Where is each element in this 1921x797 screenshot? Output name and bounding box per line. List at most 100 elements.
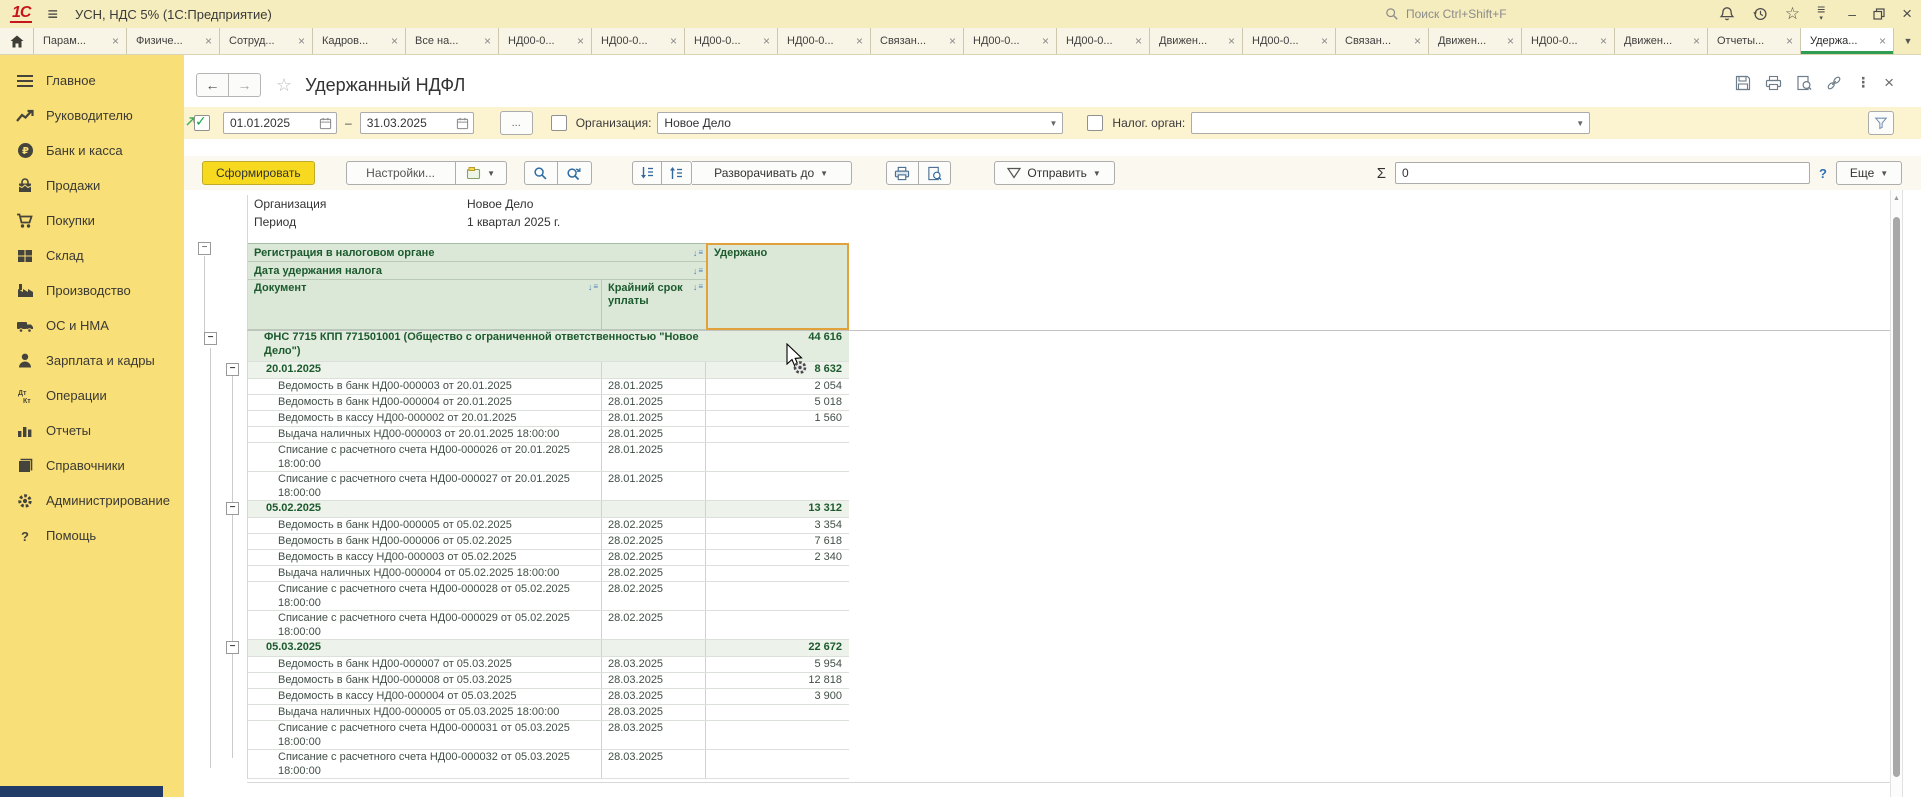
document-cell[interactable]: 05.02.2025 [248, 501, 602, 517]
tab-3[interactable]: Сотруд...× [220, 28, 313, 54]
history-icon[interactable] [1752, 6, 1768, 22]
print-icon[interactable] [1765, 75, 1782, 91]
tax-authority-checkbox[interactable] [1087, 115, 1103, 131]
tab-close-icon[interactable]: × [1135, 34, 1142, 48]
more-actions-icon[interactable]: ⋮ [1856, 74, 1870, 91]
group-row[interactable]: −20.01.20258 632 [248, 362, 849, 379]
sidebar-item-склад[interactable]: Склад [0, 238, 184, 273]
tab-close-icon[interactable]: × [577, 34, 584, 48]
main-menu-icon[interactable]: ≡ [47, 0, 58, 28]
favorites-star-icon[interactable]: ☆ [1785, 6, 1800, 22]
deadline-cell[interactable]: 28.03.2025 [602, 721, 706, 749]
document-cell[interactable]: Списание с расчетного счета НД00-000026 … [248, 443, 602, 471]
withheld-cell[interactable]: 13 312 [706, 501, 849, 517]
tab-close-icon[interactable]: × [1228, 34, 1235, 48]
withheld-cell[interactable]: 5 018 [706, 395, 849, 410]
sidebar-item-администрирование[interactable]: Администрирование [0, 483, 184, 518]
tab-14[interactable]: НД00-0...× [1243, 28, 1336, 54]
document-cell[interactable]: Выдача наличных НД00-000004 от 05.02.202… [248, 566, 602, 581]
deadline-cell[interactable]: 28.01.2025 [602, 472, 706, 500]
withheld-cell[interactable] [706, 443, 849, 471]
help-icon[interactable]: ? [1819, 166, 1827, 181]
document-cell[interactable]: Ведомость в банк НД00-000008 от 05.03.20… [248, 673, 602, 688]
header-deadline[interactable]: Крайний срок уплаты ↓≡ [602, 280, 706, 330]
deadline-cell[interactable]: 28.03.2025 [602, 705, 706, 720]
restore-icon[interactable] [1873, 8, 1885, 20]
tab-close-icon[interactable]: × [763, 34, 770, 48]
collapse-expander[interactable]: − [226, 363, 239, 376]
tab-close-icon[interactable]: × [1042, 34, 1049, 48]
period-from-field[interactable]: 01.01.2025 [223, 112, 337, 134]
back-button[interactable]: ← [196, 73, 229, 97]
withheld-cell[interactable] [706, 611, 849, 639]
deadline-cell[interactable] [602, 362, 706, 378]
tab-close-icon[interactable]: × [1693, 34, 1700, 48]
more-button[interactable]: Еще ▼ [1836, 161, 1902, 185]
tab-17[interactable]: НД00-0...× [1522, 28, 1615, 54]
sort-icon[interactable]: ↓≡ [693, 282, 703, 329]
sidebar-item-главное[interactable]: Главное [0, 63, 184, 98]
tab-close-icon[interactable]: × [205, 34, 212, 48]
document-cell[interactable]: 20.01.2025 [248, 362, 602, 378]
close-window-icon[interactable]: × [1902, 0, 1912, 28]
collapse-expander[interactable]: − [226, 641, 239, 654]
tab-12[interactable]: НД00-0...× [1057, 28, 1150, 54]
tab-8[interactable]: НД00-0...× [685, 28, 778, 54]
document-cell[interactable]: Списание с расчетного счета НД00-000029 … [248, 611, 602, 639]
scroll-up-icon[interactable]: ▲ [1891, 190, 1902, 202]
document-cell[interactable]: Ведомость в банк НД00-000004 от 20.01.20… [248, 395, 602, 410]
table-row[interactable]: Списание с расчетного счета НД00-000027 … [248, 472, 849, 501]
find-button[interactable] [524, 161, 558, 185]
print-preview-icon[interactable] [1796, 75, 1812, 91]
withheld-cell[interactable]: 3 900 [706, 689, 849, 704]
tab-close-icon[interactable]: × [484, 34, 491, 48]
table-row[interactable]: Списание с расчетного счета НД00-000032 … [248, 750, 849, 779]
preview-button[interactable] [919, 161, 951, 185]
table-row[interactable]: Ведомость в банк НД00-000005 от 05.02.20… [248, 518, 849, 534]
home-tab[interactable] [0, 28, 34, 54]
withheld-cell[interactable]: 2 340 [706, 550, 849, 565]
group-row[interactable]: −05.03.202522 672 [248, 640, 849, 657]
tab-close-icon[interactable]: × [856, 34, 863, 48]
tab-close-icon[interactable]: × [1507, 34, 1514, 48]
deadline-cell[interactable]: 28.01.2025 [602, 411, 706, 426]
tab-close-icon[interactable]: × [1414, 34, 1421, 48]
tab-close-icon[interactable]: × [1600, 34, 1607, 48]
tab-19[interactable]: Отчеты...× [1708, 28, 1801, 54]
scrollbar-thumb[interactable] [1893, 217, 1900, 777]
deadline-cell[interactable]: 28.02.2025 [602, 611, 706, 639]
withheld-cell[interactable] [706, 750, 849, 778]
withheld-cell[interactable] [706, 566, 849, 581]
tab-18[interactable]: Движен...× [1615, 28, 1708, 54]
withheld-cell[interactable]: 2 054 [706, 379, 849, 394]
period-to-field[interactable]: 31.03.2025 [360, 112, 474, 134]
deadline-cell[interactable]: 28.03.2025 [602, 673, 706, 688]
document-cell[interactable]: Списание с расчетного счета НД00-000032 … [248, 750, 602, 778]
tax-authority-combo[interactable]: ▼ [1191, 112, 1590, 134]
tab-9[interactable]: НД00-0...× [778, 28, 871, 54]
table-row[interactable]: Списание с расчетного счета НД00-000026 … [248, 443, 849, 472]
deadline-cell[interactable]: 28.01.2025 [602, 395, 706, 410]
document-cell[interactable]: Ведомость в банк НД00-000005 от 05.02.20… [248, 518, 602, 533]
period-variants-button[interactable]: ... [500, 111, 533, 135]
tab-4[interactable]: Кадров...× [313, 28, 406, 54]
document-cell[interactable]: ФНС 7715 КПП 771501001 (Общество с огран… [248, 330, 706, 361]
withheld-cell[interactable] [706, 721, 849, 749]
deadline-cell[interactable]: 28.02.2025 [602, 582, 706, 610]
collapse-rows-button[interactable] [632, 161, 662, 185]
sort-icon[interactable]: ↓≡ [693, 248, 703, 258]
filter-settings-button[interactable] [1868, 111, 1894, 135]
report-variant-button[interactable]: ▼ [456, 161, 507, 185]
tab-close-icon[interactable]: × [1786, 34, 1793, 48]
deadline-cell[interactable]: 28.02.2025 [602, 550, 706, 565]
header-withhold-date[interactable]: Дата удержания налога ↓≡ [248, 262, 706, 280]
deadline-cell[interactable]: 28.01.2025 [602, 443, 706, 471]
document-cell[interactable]: Ведомость в кассу НД00-000003 от 05.02.2… [248, 550, 602, 565]
table-row[interactable]: Выдача наличных НД00-000003 от 20.01.202… [248, 427, 849, 443]
sidebar-item-покупки[interactable]: Покупки [0, 203, 184, 238]
tab-13[interactable]: Движен...× [1150, 28, 1243, 54]
tab-close-icon[interactable]: × [1321, 34, 1328, 48]
sidebar-item-руководителю[interactable]: Руководителю [0, 98, 184, 133]
document-cell[interactable]: Ведомость в банк НД00-000003 от 20.01.20… [248, 379, 602, 394]
tab-10[interactable]: Связан...× [871, 28, 964, 54]
